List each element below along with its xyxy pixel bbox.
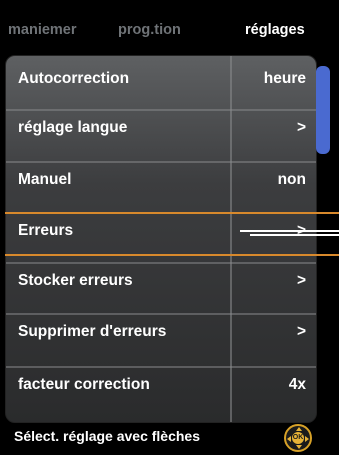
arrow-left-icon xyxy=(287,436,291,442)
row-divider xyxy=(6,366,316,368)
selection-pointer-icon xyxy=(240,230,339,236)
row-divider xyxy=(6,161,316,163)
menu-item-label: facteur correction xyxy=(18,376,150,393)
tab-maniemer[interactable]: maniemer xyxy=(8,22,77,38)
menu-item-value: non xyxy=(277,171,306,188)
settings-menu: Autocorrection heure réglage langue > Ma… xyxy=(5,55,317,423)
menu-item-label: Erreurs xyxy=(18,222,74,239)
menu-item-label: Supprimer d'erreurs xyxy=(18,323,167,340)
menu-item-value: heure xyxy=(263,70,306,87)
dpad-ok-icon[interactable]: OK xyxy=(284,424,312,452)
menu-item-facteur-correction[interactable]: facteur correction 4x xyxy=(6,362,316,412)
menu-item-label: réglage langue xyxy=(18,119,128,136)
menu-item-label: Autocorrection xyxy=(18,70,130,87)
arrow-up-icon xyxy=(296,427,302,431)
tab-reglages[interactable]: réglages xyxy=(245,22,305,38)
menu-item-label: Manuel xyxy=(18,171,72,188)
arrow-down-icon xyxy=(296,445,302,449)
row-divider xyxy=(6,262,316,264)
menu-item-value: > xyxy=(296,272,306,289)
menu-item-stocker-erreurs[interactable]: Stocker erreurs > xyxy=(6,258,316,308)
menu-item-value: > xyxy=(296,119,306,136)
row-divider xyxy=(6,109,316,111)
footer-hint: Sélect. réglage avec flèches xyxy=(14,428,200,444)
menu-item-reglage-langue[interactable]: réglage langue > xyxy=(6,105,316,155)
menu-item-autocorrection[interactable]: Autocorrection heure xyxy=(6,56,316,106)
row-divider xyxy=(6,313,316,315)
menu-item-manuel[interactable]: Manuel non xyxy=(6,157,316,207)
menu-item-value: > xyxy=(296,323,306,340)
ok-button-label: OK xyxy=(292,432,304,444)
arrow-right-icon xyxy=(305,436,309,442)
menu-item-label: Stocker erreurs xyxy=(18,272,133,289)
menu-item-value: 4x xyxy=(288,376,306,393)
scrollbar[interactable] xyxy=(316,66,330,154)
tab-bar: maniemer prog.tion réglages xyxy=(0,0,339,50)
tab-prog-tion[interactable]: prog.tion xyxy=(118,22,181,38)
menu-item-supprimer-erreurs[interactable]: Supprimer d'erreurs > xyxy=(6,309,316,359)
row-divider xyxy=(6,212,316,214)
